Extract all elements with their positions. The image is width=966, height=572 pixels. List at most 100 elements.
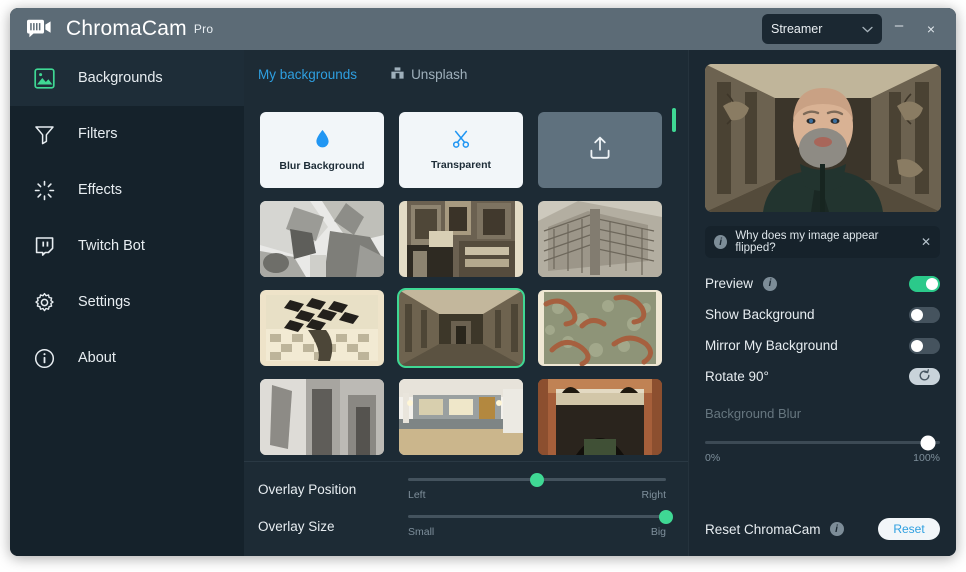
sidebar-item-filters[interactable]: Filters (10, 106, 244, 162)
thumbnail-art (399, 290, 523, 366)
tile-background-image[interactable] (260, 379, 384, 455)
grid-scrollbar[interactable] (672, 108, 676, 132)
overlay-size-slider[interactable]: Small Big (408, 515, 666, 538)
sidebar-item-settings[interactable]: Settings (10, 274, 244, 330)
twitch-icon (34, 236, 68, 257)
sidebar-item-effects[interactable]: Effects (10, 162, 244, 218)
slider-min-label: Small (408, 526, 434, 538)
tile-background-image-selected[interactable] (399, 290, 523, 366)
tile-transparent[interactable]: Transparent (399, 112, 523, 188)
background-blur-thumb[interactable] (921, 435, 936, 450)
toggle-knob (911, 309, 923, 321)
overlay-position-slider[interactable]: Left Right (408, 478, 666, 501)
info-icon (34, 348, 68, 369)
tab-my-backgrounds[interactable]: My backgrounds (258, 67, 357, 82)
profile-select-value: Streamer (771, 22, 822, 36)
sidebar-item-about[interactable]: About (10, 330, 244, 386)
tile-background-image[interactable] (399, 379, 523, 455)
tile-background-image[interactable] (260, 201, 384, 277)
slider-max-label: Right (641, 489, 666, 501)
thumbnail-art (399, 201, 523, 277)
rotate-button[interactable] (909, 368, 940, 385)
app-window: ChromaCam Pro Streamer – × (10, 8, 956, 556)
sidebar-item-label: Filters (78, 126, 117, 142)
tile-label: Transparent (431, 159, 491, 171)
tile-upload-image[interactable] (538, 112, 662, 188)
slider-track[interactable] (408, 515, 666, 518)
thumbnail-art (260, 201, 384, 277)
toggle-knob (926, 278, 938, 290)
tile-blur-background[interactable]: Blur Background (260, 112, 384, 188)
sidebar-item-backgrounds[interactable]: Backgrounds (10, 50, 244, 106)
tile-background-image[interactable] (399, 201, 523, 277)
reset-button[interactable]: Reset (878, 518, 940, 540)
background-blur-track[interactable] (705, 441, 940, 444)
option-show-background: Show Background (705, 299, 940, 330)
image-icon (34, 68, 68, 89)
toggle-knob (911, 340, 923, 352)
slider-thumb[interactable] (659, 510, 673, 524)
tab-label: My backgrounds (258, 67, 357, 82)
slider-min-label: Left (408, 489, 426, 501)
show-background-toggle[interactable] (909, 307, 940, 323)
mirror-background-toggle[interactable] (909, 338, 940, 354)
preview-art (705, 64, 941, 212)
backgrounds-grid-wrap: Blur Background (244, 98, 688, 461)
blur-max-label: 100% (913, 452, 940, 464)
backgrounds-grid: Blur Background (260, 112, 670, 455)
background-blur-section: Background Blur 0% 100% (705, 406, 940, 464)
chromacam-logo-icon (24, 16, 54, 42)
sidebar-item-twitch-bot[interactable]: Twitch Bot (10, 218, 244, 274)
background-blur-end-labels: 0% 100% (705, 452, 940, 464)
thumbnail-art (399, 379, 523, 455)
app-title: ChromaCam (66, 17, 187, 41)
tile-label: Blur Background (279, 160, 364, 172)
scissors-icon (452, 130, 470, 153)
reset-label: Reset ChromaCam (705, 522, 821, 537)
slider-end-labels: Left Right (408, 489, 666, 501)
overlay-position-label: Overlay Position (258, 482, 408, 497)
sidebar-item-label: Effects (78, 182, 122, 198)
close-button[interactable]: × (916, 14, 946, 44)
sidebar-item-label: Backgrounds (78, 70, 163, 86)
sidebar: Backgrounds Filters (10, 50, 244, 556)
thumbnail-art (538, 379, 662, 455)
tab-label: Unsplash (411, 67, 467, 82)
overlay-size-label: Overlay Size (258, 519, 408, 534)
tile-background-image[interactable] (538, 379, 662, 455)
filter-icon (34, 124, 68, 145)
webcam-preview (705, 64, 941, 212)
title-bar: ChromaCam Pro Streamer – × (10, 8, 956, 50)
thumbnail-art (260, 290, 384, 366)
notice-text: Why does my image appear flipped? (735, 230, 913, 254)
gear-icon (34, 292, 68, 313)
tile-background-image[interactable] (538, 290, 662, 366)
slider-thumb[interactable] (530, 473, 544, 487)
overlay-size-row: Overlay Size Small Big (258, 515, 666, 538)
slider-track[interactable] (408, 478, 666, 481)
overlay-position-row: Overlay Position Left Right (258, 478, 666, 501)
info-icon[interactable]: i (830, 522, 844, 536)
sidebar-item-label: About (78, 350, 116, 366)
reset-row: Reset ChromaCam i Reset (705, 518, 940, 540)
thumbnail-art (538, 201, 662, 277)
rotate-icon (918, 369, 931, 385)
unsplash-icon (391, 67, 404, 82)
minimize-button[interactable]: – (884, 14, 914, 44)
tile-background-image[interactable] (538, 201, 662, 277)
sidebar-item-label: Twitch Bot (78, 238, 145, 254)
option-label: Show Background (705, 307, 815, 322)
upload-icon (587, 135, 613, 166)
option-label: Mirror My Background (705, 338, 838, 353)
tab-unsplash[interactable]: Unsplash (391, 67, 467, 82)
overlay-sliders: Overlay Position Left Right Overlay Size (244, 461, 688, 556)
sidebar-item-label: Settings (78, 294, 130, 310)
thumbnail-art (260, 379, 384, 455)
background-blur-label: Background Blur (705, 406, 940, 421)
info-icon[interactable]: i (763, 277, 777, 291)
profile-select[interactable]: Streamer (762, 14, 882, 44)
close-icon[interactable]: ✕ (921, 235, 931, 249)
tile-background-image[interactable] (260, 290, 384, 366)
option-preview: Preview i (705, 268, 940, 299)
preview-toggle[interactable] (909, 276, 940, 292)
